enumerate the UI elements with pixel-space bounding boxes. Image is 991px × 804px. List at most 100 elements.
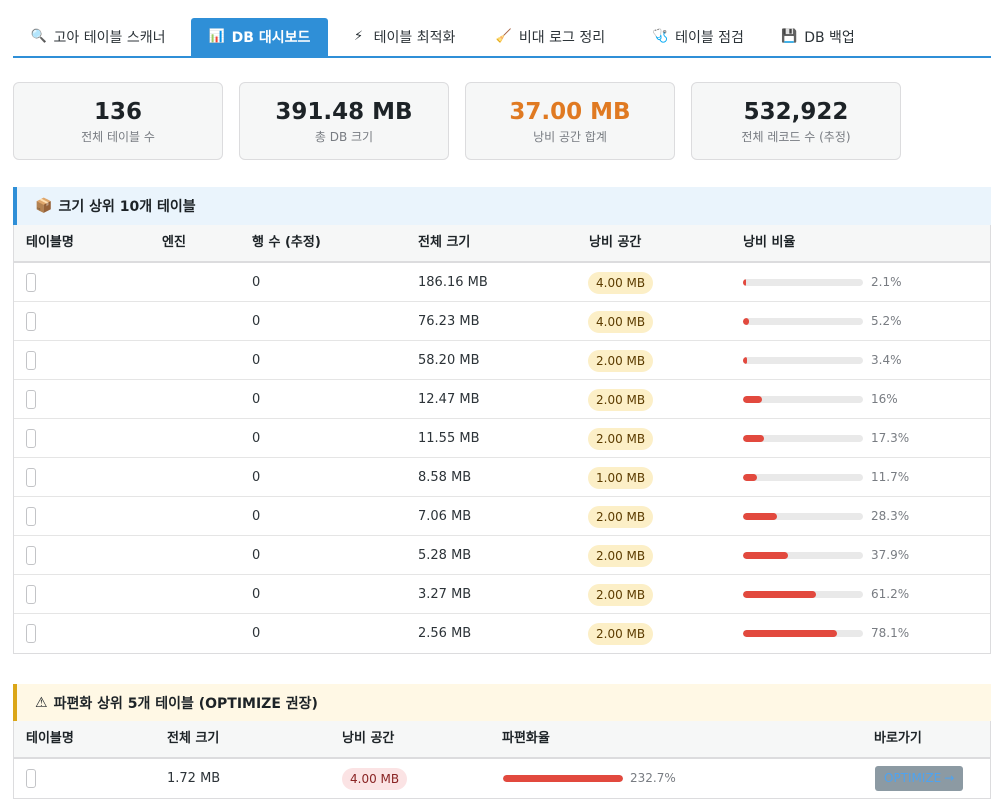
tab-label: 고아 테이블 스캐너 [53,30,166,46]
waste-ratio-label: 11.7% [871,470,910,484]
waste-ratio-bar [743,279,863,286]
table-name-cell[interactable] [26,468,36,487]
column-header-name[interactable]: 테이블명 [26,225,74,261]
table-name-cell[interactable] [26,429,36,448]
table-row: 0 5.28 MB 2.00 MB 37.9% [14,536,990,575]
row-count-cell: 0 [252,509,261,524]
waste-ratio-fill [743,357,748,364]
waste-ratio-label: 17.3% [871,431,910,445]
total-size-cell: 12.47 MB [418,392,480,407]
stat-value: 37.00 MB [509,99,631,125]
section-title: 파편화 상위 5개 테이블 (OPTIMIZE 권장) [53,696,318,712]
stat-value: 136 [93,99,142,125]
column-header-shortcut[interactable]: 바로가기 [874,721,922,757]
total-size-cell: 3.27 MB [418,587,472,602]
row-count-cell: 0 [252,587,261,602]
column-header-name[interactable]: 테이블명 [26,721,74,757]
tab-db-dashboard[interactable]: 📊 DB 대시보드 [191,18,328,56]
stat-label: 전체 테이블 수 [81,130,155,144]
stat-value: 391.48 MB [275,99,413,125]
waste-ratio-bar [743,513,863,520]
table-row: 0 8.58 MB 1.00 MB 11.7% [14,458,990,497]
optimize-button[interactable]: OPTIMIZE → [875,766,964,791]
waste-badge: 2.00 MB [588,584,654,606]
row-count-cell: 0 [252,314,261,329]
column-header-fragmentation[interactable]: 파편화율 [502,721,550,757]
total-size-cell: 58.20 MB [418,353,480,368]
waste-badge: 4.00 MB [342,768,408,790]
arrow-right-icon: → [944,771,955,785]
table-row: 0 12.47 MB 2.00 MB 16% [14,380,990,419]
fragmentation-label: 232.7% [630,771,676,785]
table-row: 0 7.06 MB 2.00 MB 28.3% [14,497,990,536]
table-row: 0 76.23 MB 4.00 MB 5.2% [14,302,990,341]
table-row: 0 11.55 MB 2.00 MB 17.3% [14,419,990,458]
waste-ratio-bar [743,591,863,598]
row-count-cell: 0 [252,392,261,407]
waste-badge: 4.00 MB [588,272,654,294]
table-name-cell[interactable] [26,312,36,331]
waste-ratio-fill [743,474,758,481]
tab-table-optimize[interactable]: ⚡ 테이블 최적화 [338,18,468,56]
optimize-button-label: OPTIMIZE [884,771,942,785]
column-header-rows[interactable]: 행 수 (추정) [252,225,321,261]
total-size-cell: 7.06 MB [418,509,472,524]
total-size-cell: 76.23 MB [418,314,480,329]
waste-ratio-label: 37.9% [871,548,910,562]
waste-ratio-label: 16% [871,392,898,406]
table-row: 0 186.16 MB 4.00 MB 2.1% [14,263,990,302]
waste-badge: 2.00 MB [588,389,654,411]
lightning-icon: ⚡ [354,29,364,44]
package-icon: 📦 [35,198,53,214]
table-name-cell[interactable] [26,585,36,604]
column-header-size[interactable]: 전체 크기 [167,721,219,757]
waste-ratio-bar [743,630,863,637]
table-row: 0 58.20 MB 2.00 MB 3.4% [14,341,990,380]
broom-icon: 🧹 [495,29,513,44]
table-name-cell[interactable] [26,769,36,788]
waste-ratio-label: 3.4% [871,353,902,367]
stat-value: 532,922 [743,99,849,125]
stethoscope-icon: 🩺 [652,29,669,44]
row-count-cell: 0 [252,548,261,563]
column-header-waste[interactable]: 낭비 공간 [342,721,394,757]
table-name-cell[interactable] [26,624,36,643]
row-count-cell: 0 [252,431,261,446]
section-header-top-tables: 📦 크기 상위 10개 테이블 [13,187,991,225]
column-header-size[interactable]: 전체 크기 [418,225,470,261]
waste-ratio-fill [743,396,763,403]
tab-db-backup[interactable]: 💾 DB 백업 [773,18,863,56]
fragmentation-bar [503,775,623,782]
column-header-waste[interactable]: 낭비 공간 [589,225,641,261]
tab-label: 비대 로그 정리 [518,30,606,46]
tab-log-cleanup[interactable]: 🧹 비대 로그 정리 [483,18,618,56]
column-header-engine[interactable]: 엔진 [162,225,186,261]
waste-ratio-label: 2.1% [871,275,902,289]
section-title: 크기 상위 10개 테이블 [58,199,196,215]
waste-ratio-bar [743,435,863,442]
fragmentation-fill [503,775,623,782]
top-tables-table: 테이블명 엔진 행 수 (추정) 전체 크기 낭비 공간 낭비 비율 0 186.… [13,225,991,654]
table-name-cell[interactable] [26,546,36,565]
table-name-cell[interactable] [26,507,36,526]
waste-ratio-bar [743,318,863,325]
total-size-cell: 2.56 MB [418,626,472,641]
table-name-cell[interactable] [26,390,36,409]
stat-card-wasted-space: 37.00 MB 낭비 공간 합계 [465,82,675,160]
column-header-waste-ratio[interactable]: 낭비 비율 [743,225,795,261]
row-count-cell: 0 [252,470,261,485]
stat-card-total-tables: 136 전체 테이블 수 [13,82,223,160]
waste-badge: 1.00 MB [588,467,654,489]
row-count-cell: 0 [252,626,261,641]
stat-label: 전체 레코드 수 (추정) [741,130,851,144]
tab-orphan-scanner[interactable]: 🔍 고아 테이블 스캐너 [13,18,183,56]
tab-table-check[interactable]: 🩺 테이블 점검 [638,18,758,56]
table-name-cell[interactable] [26,351,36,370]
total-size-cell: 186.16 MB [418,275,488,290]
waste-ratio-bar [743,552,863,559]
table-name-cell[interactable] [26,273,36,292]
table-row: 1.72 MB 4.00 MB 232.7% OPTIMIZE → [14,759,990,798]
table-body: 1.72 MB 4.00 MB 232.7% OPTIMIZE → [14,759,990,798]
warning-icon: ⚠ [35,695,48,711]
table-body: 0 186.16 MB 4.00 MB 2.1% 0 76.23 MB 4.00 MB 5.2… [14,263,990,653]
